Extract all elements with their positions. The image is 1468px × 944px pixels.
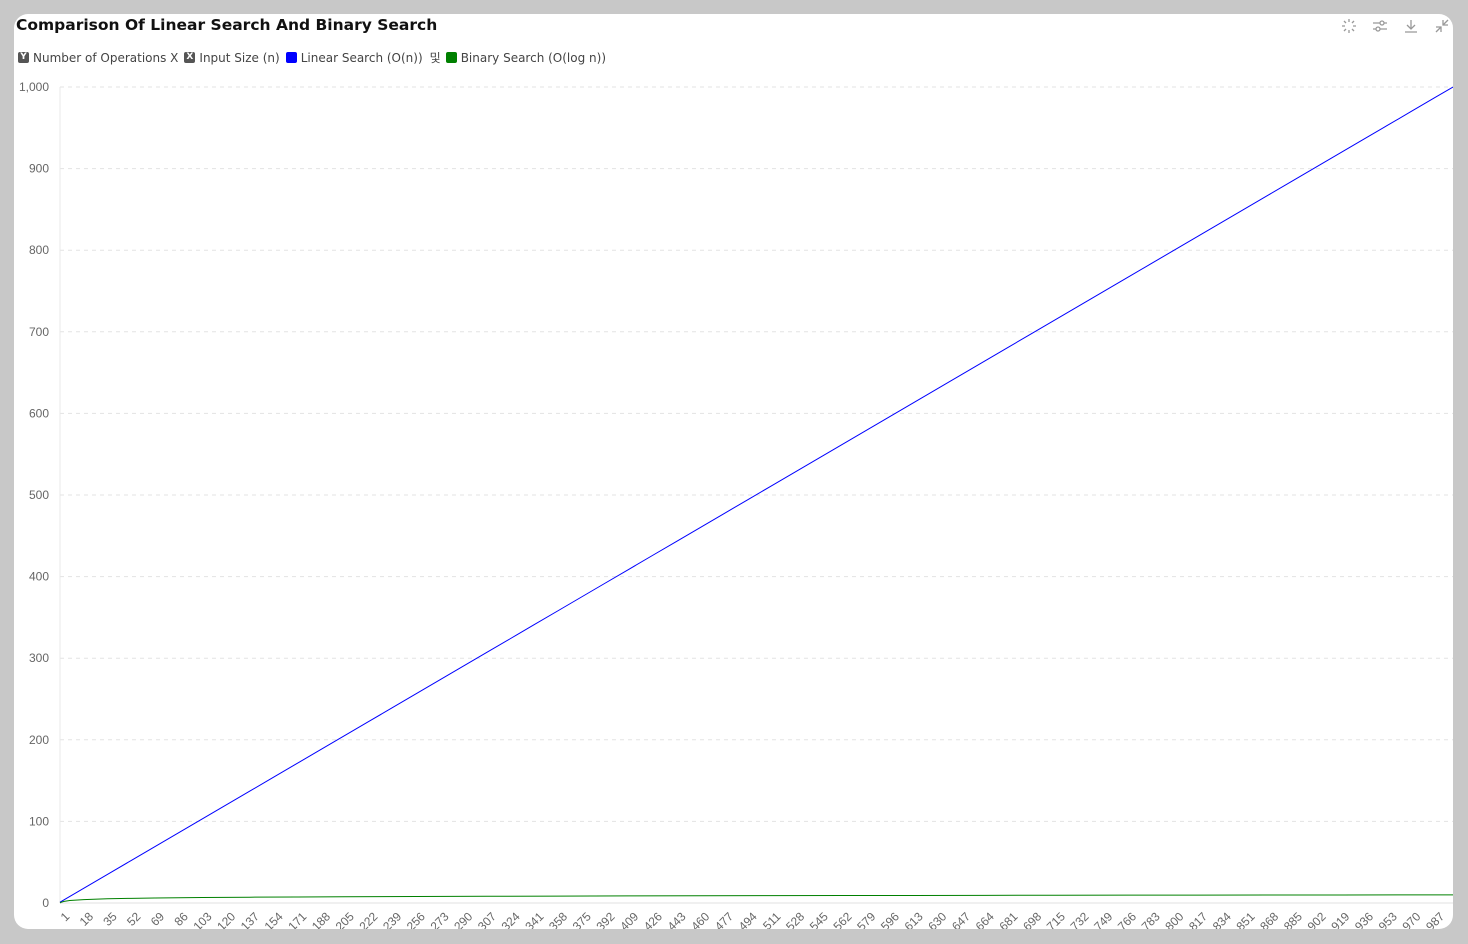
x-tick-label: 341 [522, 909, 546, 929]
x-tick-label: 851 [1234, 909, 1258, 929]
settings-sliders-icon[interactable] [1370, 16, 1389, 35]
x-tick-label: 613 [902, 909, 926, 929]
x-tick-label: 69 [148, 909, 168, 929]
x-axis-legend-label: Input Size (n) [199, 50, 280, 65]
x-tick-label: 426 [641, 909, 665, 929]
x-tick-label: 681 [996, 909, 1020, 929]
x-tick-label: 545 [807, 909, 831, 929]
x-tick-label: 494 [736, 909, 760, 929]
x-axis-ticks: 1 18 35 52 69 86 103 120 137 154 171 188 205 222 239 25… [58, 909, 1448, 929]
x-tick-label: 885 [1281, 909, 1305, 929]
y-tick-label: 500 [29, 488, 49, 502]
y-tick-label: 700 [29, 325, 49, 339]
x-tick-label: 783 [1139, 909, 1163, 929]
x-tick-label: 987 [1423, 909, 1447, 929]
binary-legend-label: Binary Search (O(log n)) [460, 50, 607, 65]
line-chart: 01002003004005006007008009001,000 1 18 35 5… [19, 80, 1453, 929]
download-icon[interactable] [1401, 16, 1420, 35]
x-tick-label: 120 [214, 909, 238, 929]
y-tick-label: 100 [29, 814, 49, 828]
x-tick-label: 715 [1044, 909, 1068, 929]
y-axis-badge: Y [18, 52, 29, 63]
x-tick-label: 154 [262, 909, 286, 929]
x-tick-label: 137 [238, 909, 262, 929]
x-tick-label: 800 [1162, 909, 1186, 929]
x-tick-label: 290 [451, 909, 475, 929]
x-tick-label: 749 [1091, 909, 1115, 929]
x-tick-label: 52 [124, 909, 144, 929]
y-tick-label: 600 [29, 406, 49, 420]
x-tick-label: 630 [925, 909, 949, 929]
x-tick-label: 256 [404, 909, 428, 929]
x-tick-label: 375 [570, 909, 594, 929]
legend-x-axis[interactable]: X Input Size (n) [184, 50, 280, 65]
x-tick-label: 188 [309, 909, 333, 929]
x-tick-label: 35 [100, 909, 120, 929]
x-tick-label: 817 [1186, 909, 1210, 929]
y-tick-label: 1,000 [19, 80, 49, 94]
x-tick-label: 664 [973, 909, 997, 929]
y-tick-label: 300 [29, 651, 49, 665]
legend-separator: 및 [429, 51, 441, 65]
x-tick-label: 18 [77, 909, 97, 929]
x-tick-label: 528 [783, 909, 807, 929]
x-tick-label: 902 [1305, 909, 1329, 929]
x-tick-label: 443 [665, 909, 689, 929]
x-tick-label: 477 [712, 909, 736, 929]
x-tick-label: 919 [1328, 909, 1352, 929]
x-tick-label: 732 [1068, 909, 1092, 929]
x-tick-label: 970 [1399, 909, 1423, 929]
linear-legend-label: Linear Search (O(n)) [300, 50, 423, 65]
x-tick-label: 392 [593, 909, 617, 929]
legend-series-linear[interactable]: Linear Search (O(n)) [285, 50, 423, 65]
chart-legend: Y Number of Operations X X Input Size (n… [18, 49, 608, 66]
y-tick-label: 400 [29, 570, 49, 584]
x-tick-label: 936 [1352, 909, 1376, 929]
x-tick-label: 766 [1115, 909, 1139, 929]
x-tick-label: 239 [380, 909, 404, 929]
x-tick-label: 205 [333, 909, 357, 929]
chart-title: Comparison Of Linear Search And Binary S… [16, 16, 438, 34]
x-tick-label: 511 [760, 909, 784, 929]
binary-search-line [59, 894, 1453, 904]
x-tick-label: 324 [499, 909, 523, 929]
binary-swatch [445, 52, 457, 63]
x-tick-label: 1 [58, 909, 73, 924]
x-tick-label: 307 [475, 909, 499, 929]
x-tick-label: 579 [854, 909, 878, 929]
y-tick-label: 900 [29, 162, 49, 176]
y-tick-label: 200 [29, 733, 49, 747]
collapse-icon[interactable] [1432, 16, 1451, 35]
x-tick-label: 460 [688, 909, 712, 929]
x-tick-label: 358 [546, 909, 570, 929]
magic-select-icon[interactable] [1339, 16, 1358, 35]
legend-y-axis[interactable]: Y Number of Operations X [18, 51, 178, 65]
x-tick-label: 953 [1376, 909, 1400, 929]
x-axis-badge: X [184, 52, 196, 63]
chart-toolbar [1339, 16, 1451, 35]
y-tick-label: 800 [29, 243, 49, 257]
x-tick-label: 409 [617, 909, 641, 929]
chart-panel: 0 100 200 300 400 500 600 700 800 900 1,000 1 18 35 5… [14, 14, 1453, 929]
x-tick-label: 103 [191, 909, 215, 929]
x-tick-label: 562 [831, 909, 855, 929]
x-tick-label: 273 [428, 909, 452, 929]
x-tick-label: 647 [949, 909, 973, 929]
y-axis-legend-label: Number of Operations X [33, 50, 179, 65]
x-tick-label: 868 [1257, 909, 1281, 929]
x-tick-label: 834 [1210, 909, 1234, 929]
x-tick-label: 698 [1020, 909, 1044, 929]
y-axis-ticks: 0 100 200 300 400 500 600 700 800 900 1,000 [19, 80, 49, 910]
x-tick-label: 222 [356, 909, 380, 929]
linear-swatch [285, 52, 297, 63]
y-tick-label: 0 [42, 896, 49, 910]
x-tick-label: 86 [172, 909, 192, 929]
x-tick-label: 596 [878, 909, 902, 929]
legend-series-binary[interactable]: Binary Search (O(log n)) [445, 50, 607, 65]
grid-lines [60, 86, 1453, 822]
x-tick-label: 171 [285, 909, 309, 929]
